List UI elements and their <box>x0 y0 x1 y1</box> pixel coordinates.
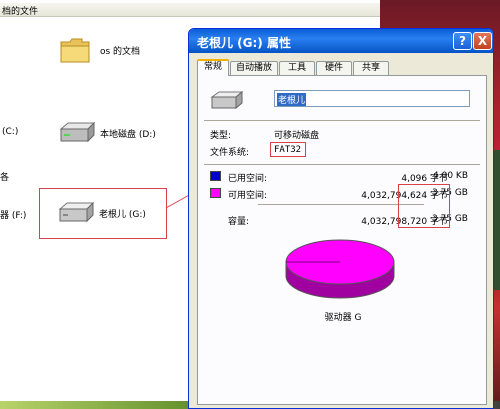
section-label-fragment: 各 <box>0 173 10 183</box>
used-space-size: 4.00 KB <box>433 171 468 181</box>
tab-tools[interactable]: 工具 <box>279 61 315 75</box>
drive-caption: 驱动器 G <box>324 313 362 323</box>
folder-icon[interactable] <box>60 36 90 64</box>
hard-drive-icon[interactable] <box>58 121 96 143</box>
file-system-label: 文件系统: <box>210 148 250 158</box>
c-drive-label-fragment[interactable]: (C:) <box>2 127 18 137</box>
file-system-value: FAT32 <box>274 145 302 155</box>
volume-name-text: 老根儿 <box>277 93 307 106</box>
general-tab-panel: 老根儿 类型: 可移动磁盘 文件系统: FAT32 已用空间: 4,096 字节… <box>197 75 487 405</box>
capacity-label: 容量: <box>228 217 250 227</box>
explorer-section-header: 档的文件 <box>0 3 380 17</box>
free-space-swatch <box>210 188 221 198</box>
tab-sharing[interactable]: 共享 <box>353 61 389 75</box>
dialog-titlebar[interactable]: 老根儿 (G:) 属性 ? X <box>189 29 493 53</box>
type-label: 类型: <box>210 131 232 141</box>
dialog-title: 老根儿 (G:) 属性 <box>197 36 291 50</box>
drive-header-icon <box>210 90 244 110</box>
disk-usage-pie-chart <box>285 239 395 299</box>
size-highlight-box <box>398 184 450 228</box>
divider <box>204 120 480 121</box>
removable-drive-icon[interactable] <box>57 201 95 223</box>
volume-name-input[interactable]: 老根儿 <box>274 90 470 107</box>
g-drive-label[interactable]: 老根儿 (G:) <box>99 207 146 220</box>
tab-hardware[interactable]: 硬件 <box>316 61 352 75</box>
divider <box>204 164 480 165</box>
folder-label[interactable]: os 的文档 <box>100 44 140 57</box>
tab-autoplay[interactable]: 自动播放 <box>230 61 278 75</box>
f-drive-label-fragment[interactable]: 器 (F:) <box>0 208 26 221</box>
used-space-label: 已用空间: <box>228 174 268 184</box>
d-drive-label[interactable]: 本地磁盘 (D:) <box>100 127 156 140</box>
close-button[interactable]: X <box>473 32 492 50</box>
tab-general[interactable]: 常规 <box>197 59 229 76</box>
free-space-label: 可用空间: <box>228 191 268 201</box>
used-space-swatch <box>210 171 221 181</box>
properties-dialog: 老根儿 (G:) 属性 ? X 常规 自动播放 工具 硬件 共享 老根儿 类型:… <box>188 28 494 409</box>
explorer-header-text: 档的文件 <box>2 7 39 17</box>
help-button[interactable]: ? <box>453 32 472 50</box>
type-value: 可移动磁盘 <box>274 131 320 141</box>
